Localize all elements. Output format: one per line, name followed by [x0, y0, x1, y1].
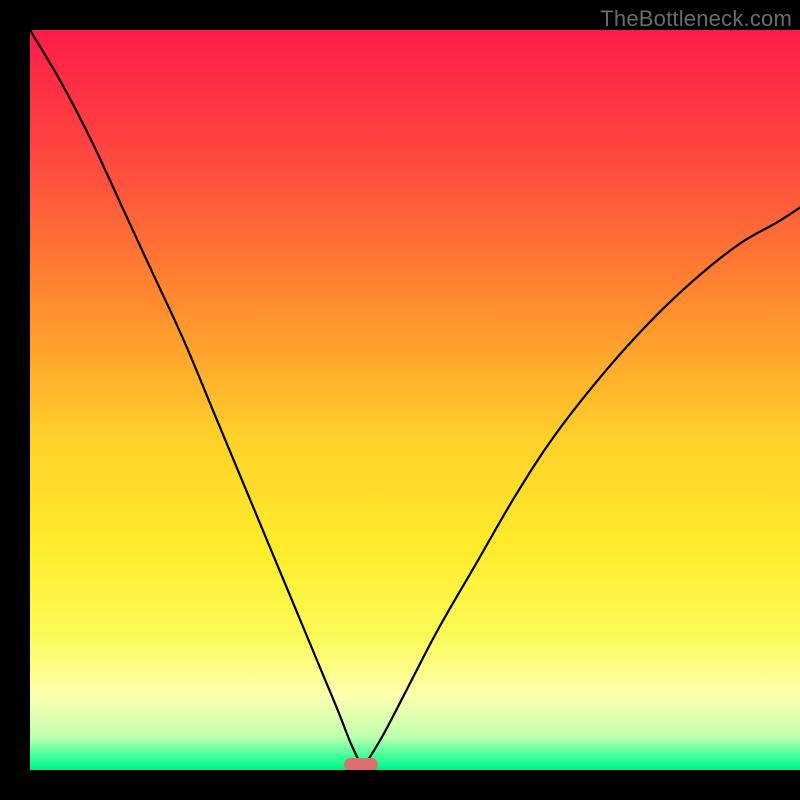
- chart-frame: TheBottleneck.com: [30, 0, 800, 770]
- plot-area: [30, 30, 800, 770]
- watermark-label: TheBottleneck.com: [600, 6, 792, 32]
- curve-left-branch: [30, 30, 361, 770]
- bottleneck-marker: [344, 758, 378, 770]
- curve-layer: [30, 30, 800, 770]
- curve-right-branch: [361, 208, 800, 770]
